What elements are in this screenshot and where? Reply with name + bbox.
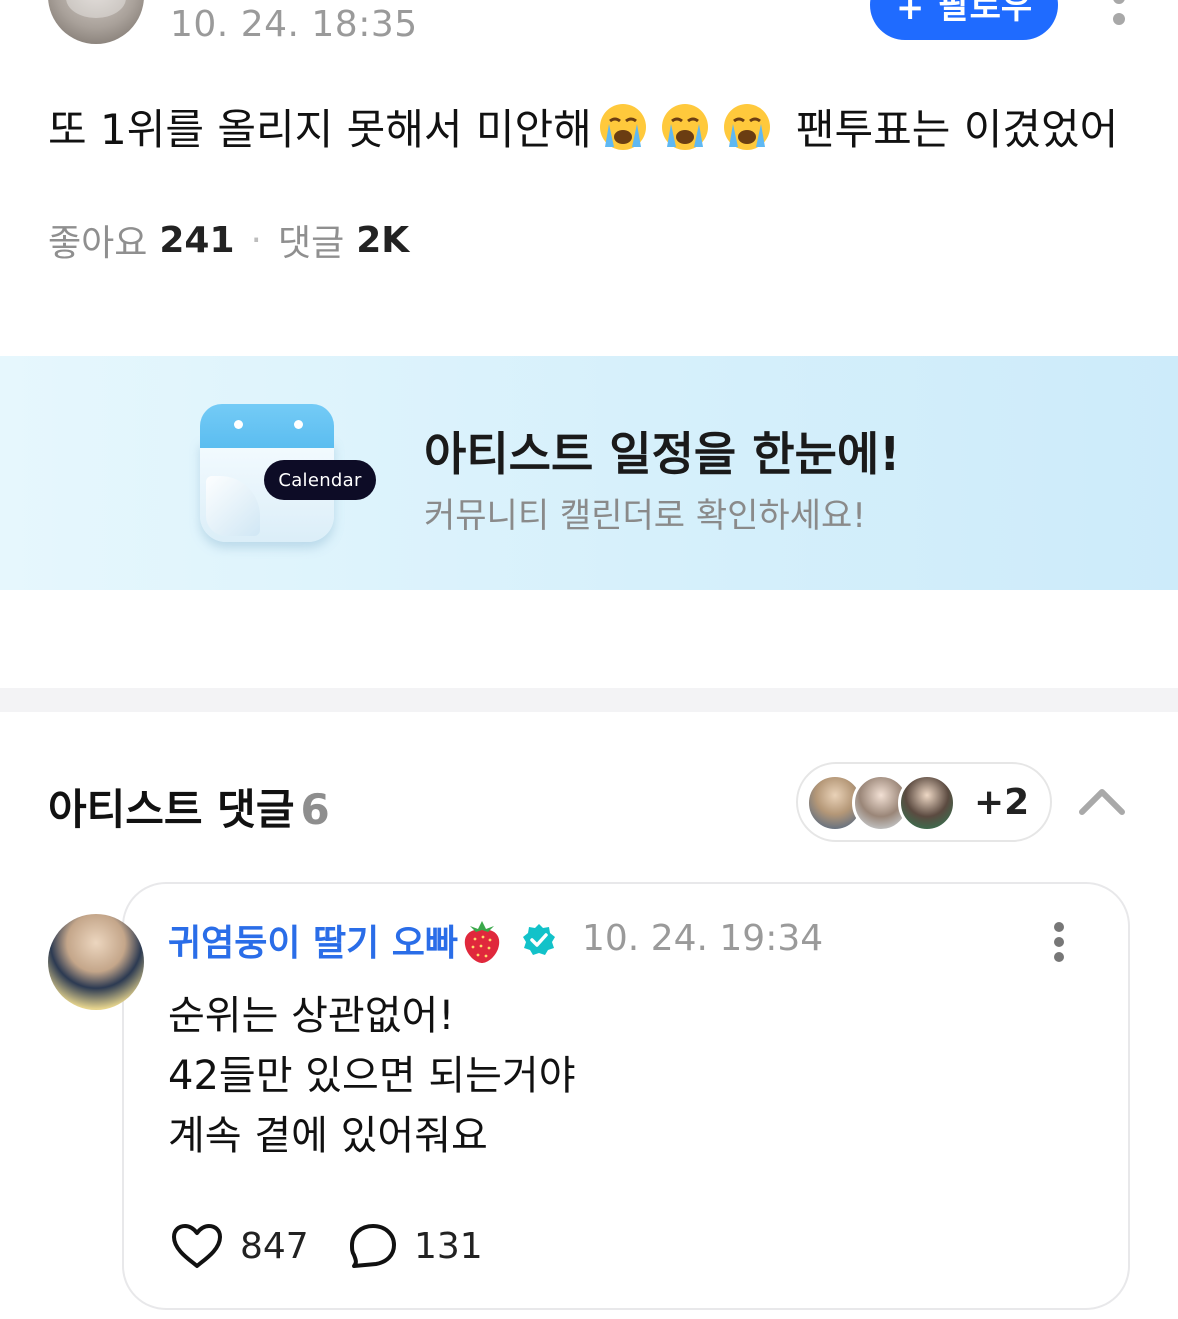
likes-count[interactable]: 241 — [159, 220, 234, 261]
chevron-up-icon[interactable] — [1078, 784, 1126, 818]
comment-more-icon[interactable] — [1050, 922, 1068, 962]
banner-title: 아티스트 일정을 한눈에! — [424, 427, 901, 481]
loudly-crying-face-icon — [661, 103, 708, 150]
loudly-crying-face-icon — [599, 103, 646, 150]
post-author-avatar[interactable] — [48, 0, 144, 44]
post-header: 10. 24. 18:35 + 팔로우 — [0, 0, 1178, 60]
verified-badge-icon — [523, 924, 556, 955]
comments-label: 댓글 — [277, 223, 345, 264]
follow-label: 팔로우 — [938, 0, 1033, 27]
artist-comments-count: 6 — [300, 785, 330, 834]
artist-avatar — [898, 774, 956, 832]
post-body: 또 1위를 올리지 못해서 미안해 팬투표는 이겼었어 — [48, 96, 1118, 157]
artist-comments-title: 아티스트 댓글 6 — [48, 776, 330, 837]
comments-count[interactable]: 2K — [356, 220, 409, 261]
section-divider — [0, 688, 1178, 712]
banner-subtitle: 커뮤니티 캘린더로 확인하세요! — [424, 496, 866, 536]
like-count: 847 — [240, 1225, 309, 1267]
calendar-promo-banner[interactable]: Calendar 아티스트 일정을 한눈에! 커뮤니티 캘린더로 확인하세요! — [0, 356, 1178, 590]
comment-text: 순위는 상관없어! 42들만 있으면 되는거야 계속 곁에 있어줘요 — [168, 986, 576, 1166]
post-more-icon[interactable] — [1108, 0, 1130, 36]
more-artists-count: +2 — [974, 782, 1030, 823]
artist-avatars-pill[interactable]: +2 — [796, 762, 1052, 842]
comment-author[interactable]: 귀염둥이 딸기 오빠 — [168, 914, 556, 966]
like-button[interactable]: 847 — [170, 1220, 309, 1272]
comment-line: 순위는 상관없어! — [168, 993, 455, 1039]
post-stats: 좋아요 241 · 댓글 2K — [48, 214, 409, 266]
heart-icon — [172, 1224, 222, 1268]
reply-button[interactable]: 131 — [348, 1220, 483, 1272]
reply-count: 131 — [414, 1225, 483, 1267]
loudly-crying-face-icon — [723, 103, 770, 150]
calendar-badge: Calendar — [264, 460, 376, 500]
likes-label: 좋아요 — [48, 223, 148, 264]
comment-timestamp: 10. 24. 19:34 — [582, 918, 824, 959]
plus-icon: + — [895, 0, 925, 28]
post-timestamp: 10. 24. 18:35 — [170, 4, 418, 45]
speech-bubble-icon — [350, 1224, 396, 1268]
artist-comments-label: 아티스트 댓글 — [48, 785, 295, 834]
strawberry-icon — [464, 921, 500, 963]
comment-author-avatar[interactable] — [48, 914, 144, 1010]
post-body-text-start: 또 1위를 올리지 못해서 미안해 — [48, 105, 592, 154]
stats-separator: · — [250, 219, 262, 261]
follow-button[interactable]: + 팔로우 — [870, 0, 1058, 40]
comment-line: 계속 곁에 있어줘요 — [168, 1113, 488, 1159]
comment-author-name: 귀염둥이 딸기 오빠 — [168, 923, 459, 964]
post-body-text-end: 팬투표는 이겼었어 — [795, 105, 1119, 154]
comment-line: 42들만 있으면 되는거야 — [168, 1053, 576, 1099]
